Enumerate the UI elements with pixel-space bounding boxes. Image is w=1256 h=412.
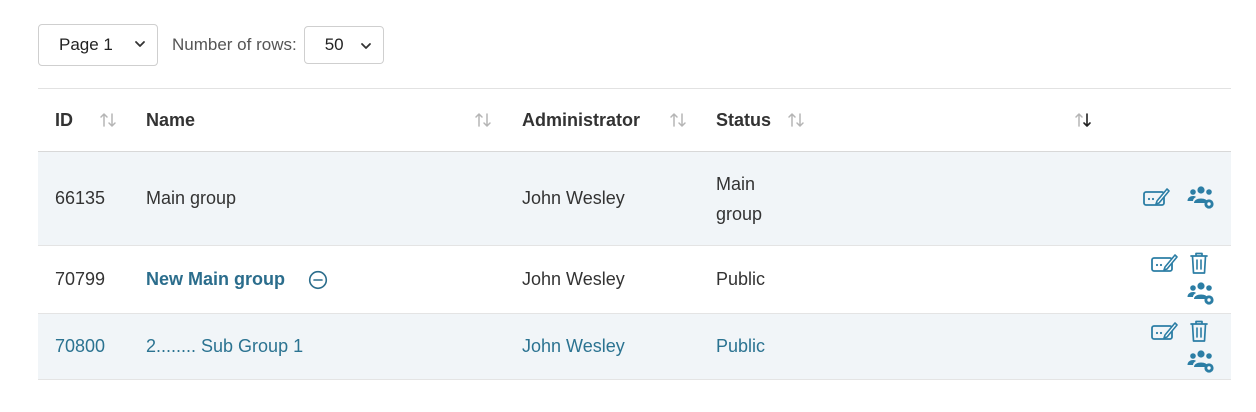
chevron-down-icon <box>135 41 145 47</box>
column-header-name[interactable]: Name <box>146 89 522 152</box>
column-header-id-label: ID <box>55 109 73 130</box>
column-header-administrator-label: Administrator <box>522 109 641 130</box>
cell-actions <box>1077 314 1231 380</box>
rows-select[interactable]: 50 <box>303 26 384 64</box>
page-select[interactable]: Page 1 <box>38 24 158 66</box>
cell-name: New Main group <box>146 246 522 314</box>
cell-administrator: John Wesley <box>522 269 625 289</box>
pagination-toolbar: Page 1 Number of rows: 50 <box>38 24 384 66</box>
column-header-status-label: Status <box>716 109 772 130</box>
group-settings-icon[interactable] <box>1187 348 1215 374</box>
status-line-2: group <box>716 203 763 224</box>
sort-icon[interactable] <box>668 110 688 130</box>
rows-select-value: 50 <box>324 35 344 54</box>
edit-icon[interactable] <box>1150 250 1178 276</box>
cell-status: Public <box>716 269 766 289</box>
cell-id: 70799 <box>55 269 106 289</box>
cell-name[interactable]: 2........ Sub Group 1 <box>146 314 522 380</box>
edit-icon[interactable] <box>1142 184 1170 210</box>
column-header-status[interactable]: Status <box>716 89 1091 152</box>
table-row[interactable]: 70800 2........ Sub Group 1 John Wesley … <box>38 313 1231 380</box>
column-header-actions <box>1077 89 1231 152</box>
sort-icon[interactable] <box>786 110 806 130</box>
page-select-value: Page 1 <box>59 35 113 54</box>
status-line-1: Main <box>716 173 756 194</box>
column-header-id[interactable]: ID <box>38 89 146 152</box>
group-name-link[interactable]: New Main group <box>146 269 285 289</box>
collapse-icon[interactable] <box>308 270 328 290</box>
group-settings-icon[interactable] <box>1187 184 1215 210</box>
table-row[interactable]: 70799 New Main group John Wesley Public <box>38 246 1231 314</box>
cell-id[interactable]: 70800 <box>38 314 146 380</box>
sort-icon[interactable] <box>473 110 493 130</box>
cell-actions <box>1077 246 1231 314</box>
cell-status[interactable]: Public <box>716 314 1077 380</box>
cell-id: 66135 <box>55 188 106 208</box>
column-header-name-label: Name <box>146 109 196 130</box>
edit-icon[interactable] <box>1150 318 1178 344</box>
trash-icon[interactable] <box>1187 250 1211 276</box>
group-settings-icon[interactable] <box>1187 280 1215 306</box>
cell-status: Main group <box>716 152 1077 246</box>
groups-table: ID Name Administrator Status 66135 Main … <box>38 88 1231 380</box>
table-header-row: ID Name Administrator Status <box>38 88 1231 152</box>
cell-actions <box>1077 152 1231 246</box>
cell-administrator: John Wesley <box>522 188 625 208</box>
cell-name: Main group <box>146 188 237 208</box>
sort-icon[interactable] <box>98 110 118 130</box>
trash-icon[interactable] <box>1187 318 1211 344</box>
table-row[interactable]: 66135 Main group John Wesley Main group <box>38 151 1231 246</box>
rows-label: Number of rows: <box>172 35 297 54</box>
column-header-administrator[interactable]: Administrator <box>522 89 716 152</box>
cell-administrator[interactable]: John Wesley <box>522 314 716 380</box>
chevron-down-icon <box>360 43 371 49</box>
